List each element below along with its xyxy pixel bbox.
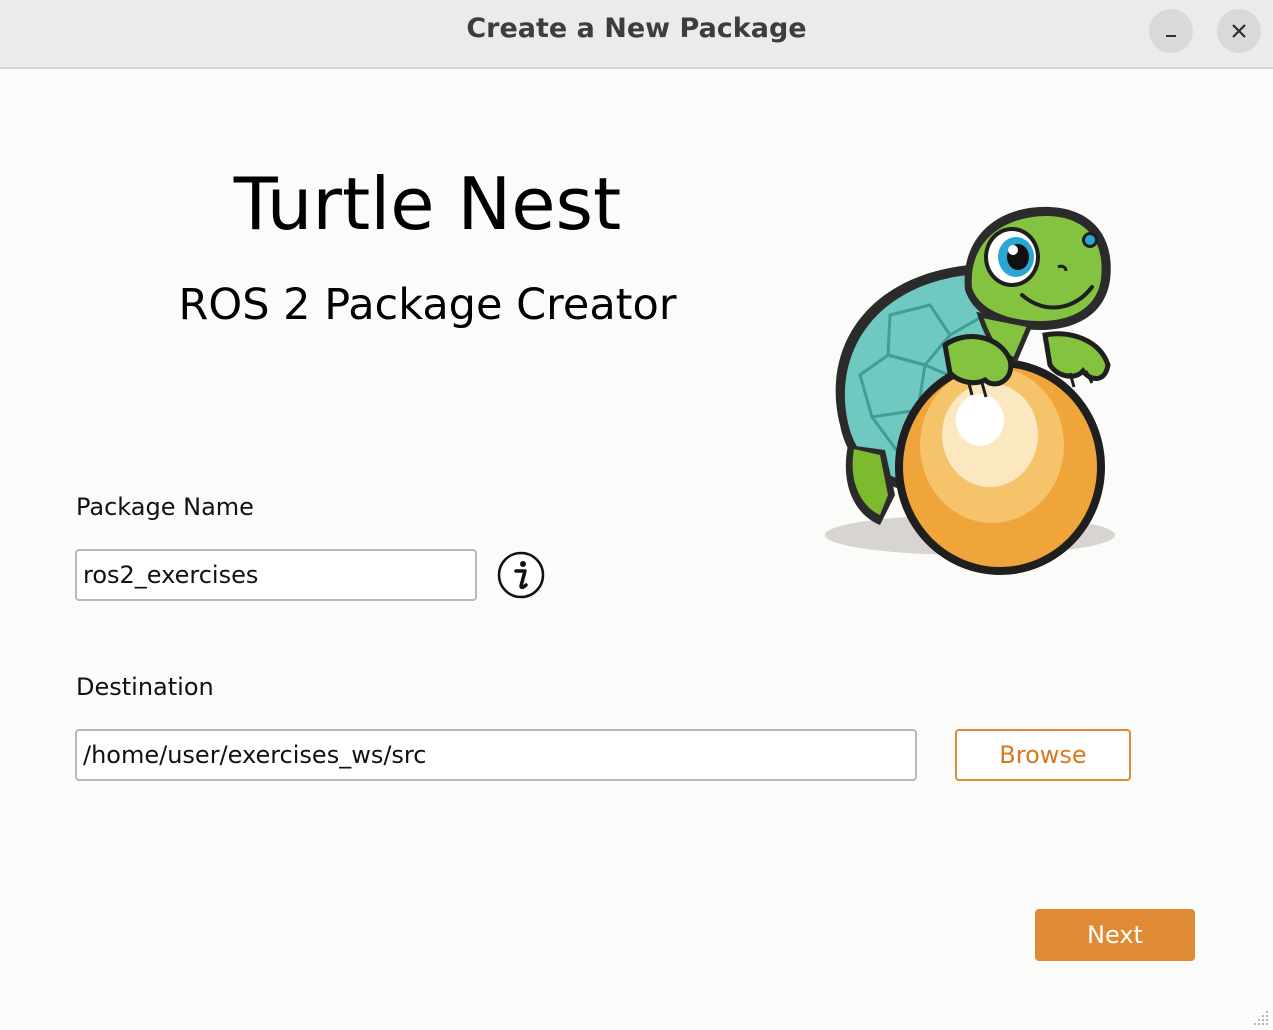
next-button[interactable]: Next — [1035, 909, 1195, 961]
destination-input[interactable]: /home/user/exercises_ws/src — [75, 729, 917, 781]
app-title: Turtle Nest — [233, 162, 622, 246]
resize-grip-icon[interactable] — [1251, 1008, 1269, 1026]
info-button[interactable] — [496, 550, 546, 600]
app-subtitle: ROS 2 Package Creator — [178, 280, 677, 330]
info-icon — [497, 551, 545, 599]
destination-label: Destination — [76, 673, 214, 701]
minimize-button[interactable] — [1149, 9, 1193, 53]
close-icon — [1232, 24, 1246, 38]
create-package-window: Create a New Package Turtle Nest ROS 2 P… — [0, 0, 1273, 1030]
close-button[interactable] — [1217, 9, 1261, 53]
package-name-input[interactable]: ros2_exercises — [75, 549, 477, 601]
browse-button[interactable]: Browse — [955, 729, 1131, 781]
minimize-icon — [1166, 35, 1176, 37]
turtle-logo-icon — [825, 206, 1115, 575]
package-name-label: Package Name — [76, 493, 254, 521]
title-bar: Create a New Package — [0, 0, 1273, 69]
window-title: Create a New Package — [466, 13, 807, 44]
